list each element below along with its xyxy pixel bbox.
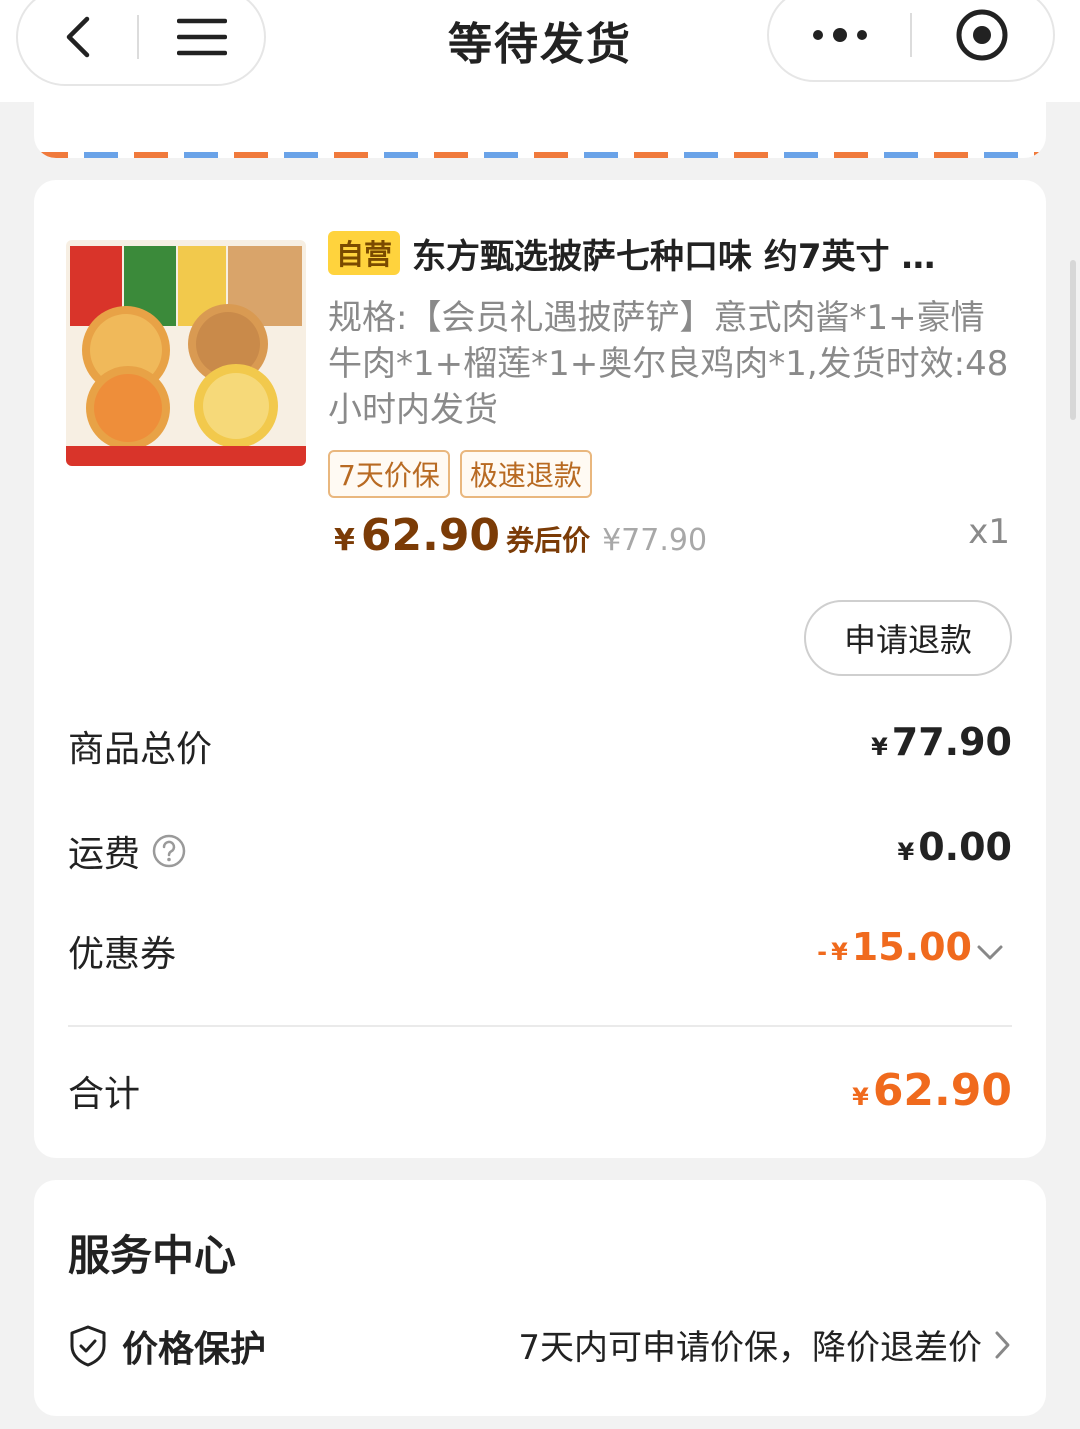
order-page: 等待发货 自营 东方甄选披萨七种口味 约7英寸 … 规格:【会员礼遇披萨铲】意式… bbox=[0, 0, 1080, 1429]
shipping-label-wrap: 运费 bbox=[68, 825, 186, 877]
chevron-down-icon[interactable] bbox=[976, 943, 1004, 963]
price-after-coupon: 62.90 bbox=[360, 510, 501, 561]
price-protection-label: 价格保护 bbox=[122, 1329, 267, 1370]
badge-price-protect: 7天价保 bbox=[328, 450, 450, 498]
grand-total-value: ¥62.90 bbox=[852, 1065, 1012, 1116]
goods-total-label: 商品总价 bbox=[68, 729, 213, 770]
shield-check-icon bbox=[70, 1325, 106, 1367]
pizza-image-icon bbox=[66, 240, 306, 466]
coupon-label: 优惠券 bbox=[68, 934, 177, 975]
coupon-value: - ¥15.00 bbox=[817, 925, 972, 969]
target-icon bbox=[956, 9, 1008, 61]
price-row: ¥ 62.90 券后价 ¥77.90 bbox=[334, 510, 707, 561]
product-card: 自营 东方甄选披萨七种口味 约7英寸 … 规格:【会员礼遇披萨铲】意式肉酱*1+… bbox=[34, 180, 1046, 1158]
shipping-value: ¥0.00 bbox=[897, 825, 1012, 869]
scrollbar[interactable] bbox=[1070, 260, 1076, 420]
shipping-label: 运费 bbox=[68, 834, 141, 875]
more-button[interactable] bbox=[769, 0, 910, 82]
chevron-right-icon bbox=[995, 1331, 1010, 1358]
service-center-title: 服务中心 bbox=[68, 1231, 237, 1280]
product-spec: 规格:【会员礼遇披萨铲】意式肉酱*1+豪情牛肉*1+榴莲*1+奥尔良鸡肉*1,发… bbox=[328, 298, 1009, 430]
nav-header: 等待发货 bbox=[0, 0, 1080, 102]
price-protection-desc: 7天内可申请价保，降价退差价 bbox=[518, 1328, 982, 1368]
product-title: 东方甄选披萨七种口味 约7英寸 … bbox=[412, 236, 936, 277]
price-protection-right: 7天内可申请价保，降价退差价 bbox=[518, 1320, 1012, 1369]
service-center-card: 服务中心 价格保护 7天内可申请价保，降价退差价 bbox=[34, 1180, 1046, 1416]
apply-refund-button[interactable]: 申请退款 bbox=[804, 600, 1012, 676]
service-badges: 7天价保 极速退款 bbox=[328, 450, 592, 498]
quantity: x1 bbox=[968, 512, 1010, 552]
goods-total-value: ¥77.90 bbox=[871, 720, 1012, 764]
price-protection-row[interactable]: 价格保护 7天内可申请价保，降价退差价 bbox=[68, 1320, 1012, 1376]
help-circle-icon[interactable] bbox=[152, 834, 186, 868]
original-price: ¥77.90 bbox=[602, 523, 708, 558]
goods-total-row: 商品总价 ¥77.90 bbox=[68, 720, 1012, 780]
nav-capsule-right bbox=[767, 0, 1055, 82]
coupon-row[interactable]: 优惠券 - ¥15.00 bbox=[68, 925, 1012, 985]
product-image[interactable] bbox=[66, 240, 306, 466]
more-dots-icon bbox=[812, 28, 867, 42]
shipping-row: 运费 ¥0.00 bbox=[68, 825, 1012, 885]
price-after-label: 券后价 bbox=[506, 524, 591, 557]
summary-divider bbox=[68, 1025, 1012, 1027]
envelope-stripe bbox=[34, 152, 1046, 158]
close-miniapp-button[interactable] bbox=[912, 0, 1053, 82]
grand-total-label: 合计 bbox=[68, 1074, 141, 1115]
grand-total-row: 合计 ¥62.90 bbox=[68, 1065, 1012, 1125]
price-currency: ¥ bbox=[334, 523, 355, 558]
product-title-row[interactable]: 自营 东方甄选披萨七种口味 约7英寸 … bbox=[328, 228, 1018, 278]
self-operated-tag: 自营 bbox=[328, 231, 401, 275]
price-protection-left: 价格保护 bbox=[68, 1320, 266, 1372]
badge-fast-refund: 极速退款 bbox=[459, 450, 592, 498]
